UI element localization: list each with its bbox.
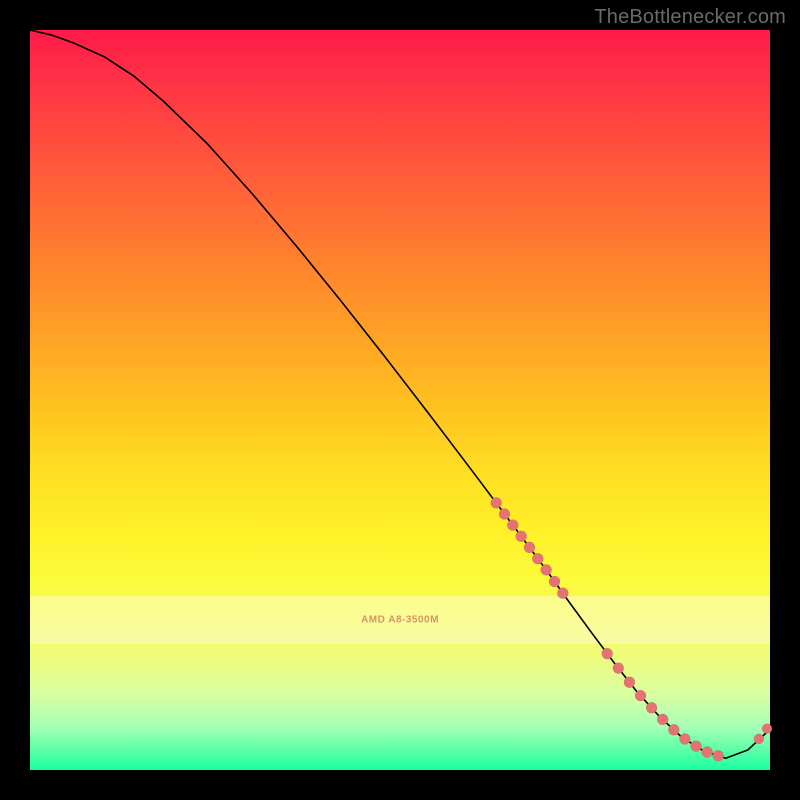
credit-text: TheBottlenecker.com [594, 6, 786, 29]
data-point [635, 690, 646, 701]
data-point [657, 714, 668, 725]
data-point [507, 520, 518, 531]
data-point [602, 648, 613, 659]
data-point [524, 542, 535, 553]
data-point [762, 724, 772, 734]
data-point [691, 741, 702, 752]
bottleneck-curve [30, 30, 770, 758]
data-point [713, 750, 724, 761]
data-point [702, 747, 713, 758]
marker-layer [491, 497, 772, 761]
data-point [516, 531, 527, 542]
data-point [491, 497, 502, 508]
data-point [754, 734, 764, 744]
data-point [613, 663, 624, 674]
data-point [499, 509, 510, 520]
data-point [668, 724, 679, 735]
chart-stage: AMD A8-3500M TheBottlenecker.com [0, 0, 800, 800]
data-point [532, 553, 543, 564]
data-point [646, 702, 657, 713]
data-point [679, 734, 690, 745]
data-point [557, 588, 568, 599]
data-point [549, 576, 560, 587]
chart-overlay [30, 30, 770, 770]
plot-area: AMD A8-3500M [30, 30, 770, 770]
data-point [541, 564, 552, 575]
data-point [624, 677, 635, 688]
